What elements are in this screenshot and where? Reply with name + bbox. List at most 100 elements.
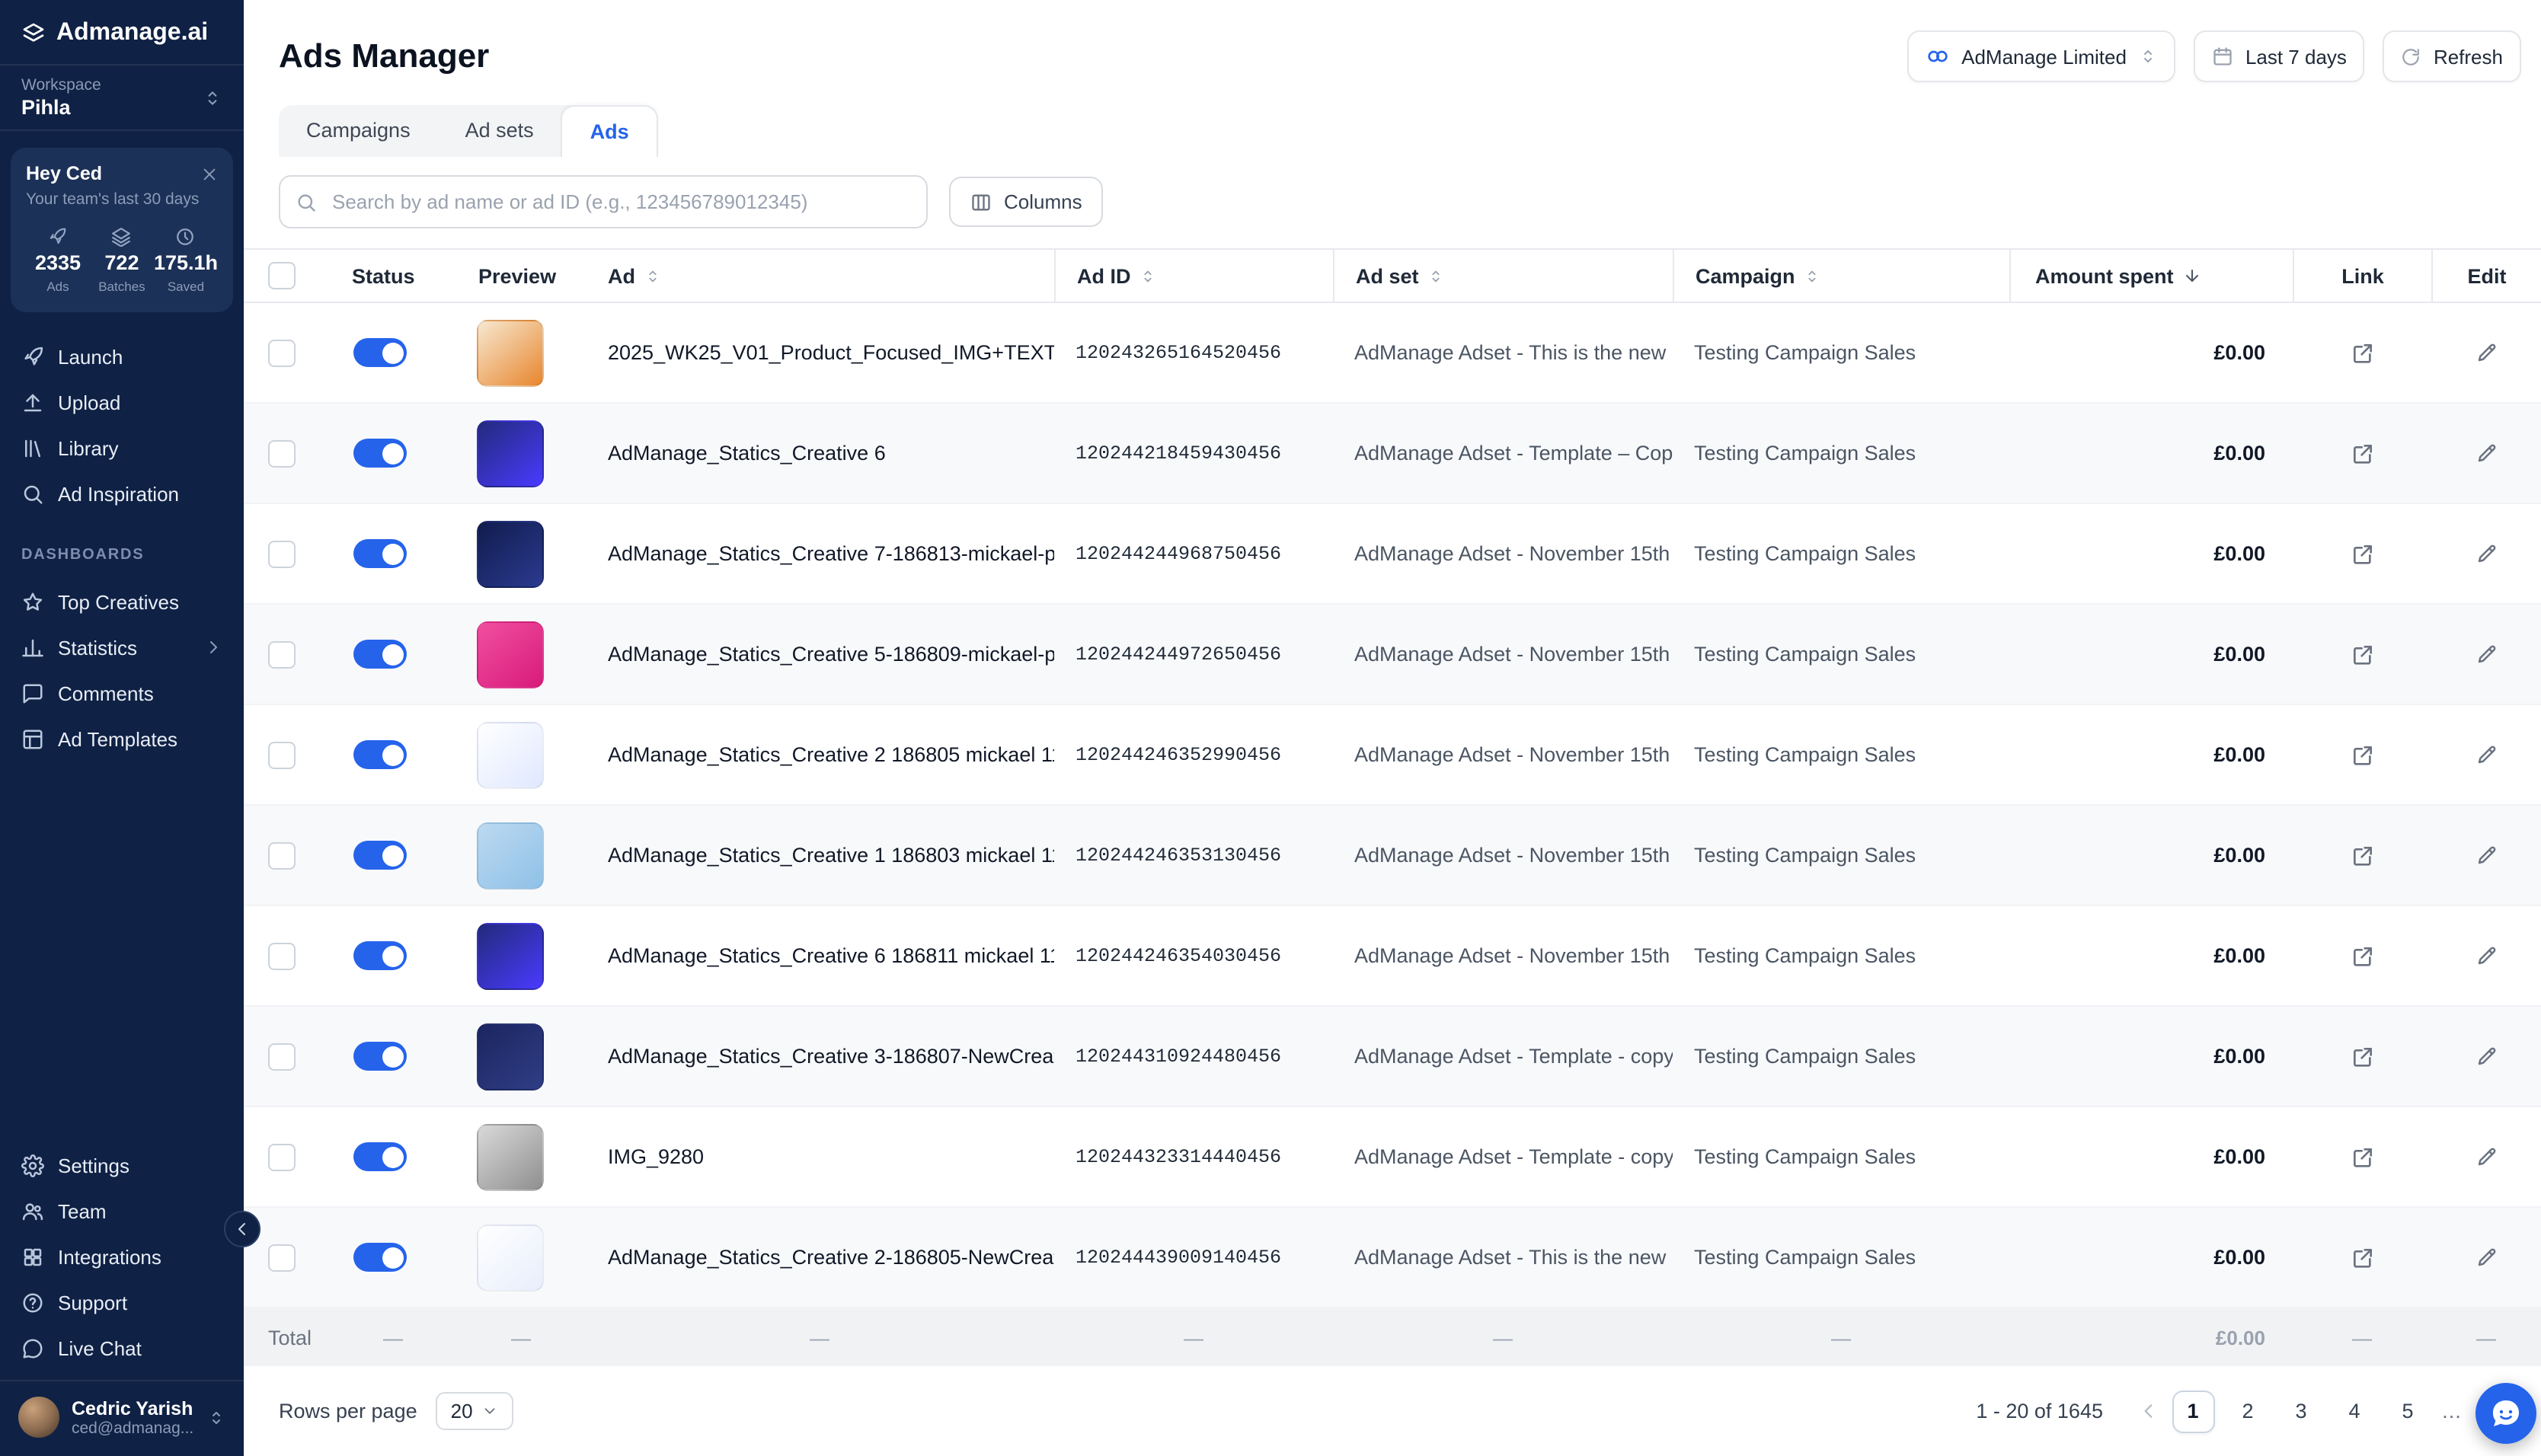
edit-icon[interactable] [2475, 1045, 2498, 1068]
search-input[interactable] [329, 189, 911, 215]
sidebar-item-statistics[interactable]: Statistics [0, 624, 244, 670]
live-chat-fab[interactable] [2475, 1383, 2536, 1444]
close-icon[interactable] [201, 165, 218, 182]
sidebar-item-launch[interactable]: Launch [0, 334, 244, 379]
status-toggle[interactable] [353, 1243, 407, 1272]
sidebar-item-support[interactable]: Support [0, 1279, 244, 1325]
user-menu[interactable]: Cedric Yarish ced@admanag... [0, 1380, 244, 1456]
tab-ad-sets[interactable]: Ad sets [438, 105, 561, 157]
status-toggle[interactable] [353, 841, 407, 870]
columns-button[interactable]: Columns [949, 177, 1104, 227]
external-link-icon[interactable] [2350, 340, 2374, 365]
row-checkbox[interactable] [268, 1143, 296, 1170]
gear-icon [21, 1154, 44, 1177]
preview-thumb[interactable] [477, 621, 544, 688]
external-link-icon[interactable] [2350, 1044, 2374, 1068]
sidebar-collapse-button[interactable] [224, 1211, 260, 1247]
row-checkbox[interactable] [268, 741, 296, 768]
page-button-1[interactable]: 1 [2172, 1390, 2214, 1432]
external-link-icon[interactable] [2350, 541, 2374, 566]
preview-thumb[interactable] [477, 520, 544, 587]
workspace-selector[interactable]: Workspace Pihla [0, 64, 244, 131]
preview-thumb[interactable] [477, 922, 544, 989]
col-ad-set[interactable]: Ad set [1333, 250, 1673, 302]
status-toggle[interactable] [353, 941, 407, 970]
select-all-checkbox[interactable] [268, 262, 296, 289]
preview-thumb[interactable] [477, 1023, 544, 1090]
external-link-icon[interactable] [2350, 742, 2374, 767]
col-ad[interactable]: Ad [585, 250, 1054, 302]
edit-icon[interactable] [2475, 643, 2498, 666]
page-button-5[interactable]: 5 [2388, 1391, 2428, 1431]
page-button-3[interactable]: 3 [2281, 1391, 2321, 1431]
row-checkbox[interactable] [268, 640, 296, 668]
preview-thumb[interactable] [477, 1224, 544, 1291]
sidebar-item-library[interactable]: Library [0, 425, 244, 471]
status-toggle[interactable] [353, 1042, 407, 1071]
external-link-icon[interactable] [2350, 642, 2374, 666]
col-campaign[interactable]: Campaign [1673, 250, 2009, 302]
col-ad-id[interactable]: Ad ID [1054, 250, 1333, 302]
sidebar-item-live-chat[interactable]: Live Chat [0, 1325, 244, 1371]
col-edit: Edit [2431, 250, 2541, 302]
table-row: AdManage_Statics_Creative 6 186811 micka… [244, 906, 2541, 1007]
preview-thumb[interactable] [477, 319, 544, 386]
previous-page-button[interactable] [2138, 1401, 2158, 1421]
preview-thumb[interactable] [477, 822, 544, 889]
edit-icon[interactable] [2475, 743, 2498, 766]
external-link-icon[interactable] [2350, 441, 2374, 465]
preview-thumb[interactable] [477, 721, 544, 788]
row-checkbox[interactable] [268, 942, 296, 969]
status-toggle[interactable] [353, 740, 407, 769]
sidebar-item-ad-templates[interactable]: Ad Templates [0, 716, 244, 762]
row-checkbox[interactable] [268, 540, 296, 567]
row-checkbox[interactable] [268, 841, 296, 869]
status-toggle[interactable] [353, 439, 407, 468]
status-toggle[interactable] [353, 338, 407, 367]
external-link-icon[interactable] [2350, 1245, 2374, 1269]
external-link-icon[interactable] [2350, 843, 2374, 867]
row-checkbox[interactable] [268, 1244, 296, 1271]
row-checkbox[interactable] [268, 339, 296, 366]
refresh-button[interactable]: Refresh [2383, 30, 2521, 82]
app-logo[interactable]: Admanage.ai [0, 0, 244, 64]
edit-icon[interactable] [2475, 944, 2498, 967]
external-link-icon[interactable] [2350, 1145, 2374, 1169]
edit-icon[interactable] [2475, 1145, 2498, 1168]
campaign: Testing Campaign Sales [1673, 705, 2009, 804]
sidebar-item-integrations[interactable]: Integrations [0, 1234, 244, 1279]
preview-thumb[interactable] [477, 1123, 544, 1190]
edit-icon[interactable] [2475, 1246, 2498, 1269]
edit-icon[interactable] [2475, 341, 2498, 364]
table-row: AdManage_Statics_Creative 6 120244218459… [244, 404, 2541, 504]
account-selector[interactable]: AdManage Limited [1907, 30, 2175, 82]
infinity-logo-icon [1925, 44, 1949, 69]
sidebar-item-upload[interactable]: Upload [0, 379, 244, 425]
row-checkbox[interactable] [268, 439, 296, 467]
sidebar-item-settings[interactable]: Settings [0, 1142, 244, 1188]
external-link-icon[interactable] [2350, 944, 2374, 968]
status-toggle[interactable] [353, 1142, 407, 1171]
status-toggle[interactable] [353, 640, 407, 669]
edit-icon[interactable] [2475, 542, 2498, 565]
date-range-picker[interactable]: Last 7 days [2194, 30, 2365, 82]
logo-text: Admanage.ai [56, 20, 208, 47]
ad-id: 120244246352990456 [1054, 705, 1333, 804]
tab-campaigns[interactable]: Campaigns [279, 105, 438, 157]
tab-ads[interactable]: Ads [561, 105, 658, 157]
edit-icon[interactable] [2475, 442, 2498, 465]
col-preview[interactable]: Preview [457, 250, 585, 302]
status-toggle[interactable] [353, 539, 407, 568]
rows-per-page-select[interactable]: 20 [436, 1392, 514, 1430]
sidebar-item-ad-inspiration[interactable]: Ad Inspiration [0, 471, 244, 516]
col-status[interactable]: Status [329, 250, 457, 302]
sidebar-item-team[interactable]: Team [0, 1188, 244, 1234]
sidebar-item-comments[interactable]: Comments [0, 670, 244, 716]
edit-icon[interactable] [2475, 844, 2498, 867]
page-button-4[interactable]: 4 [2335, 1391, 2374, 1431]
sidebar-item-top-creatives[interactable]: Top Creatives [0, 579, 244, 624]
col-amount-spent[interactable]: Amount spent [2009, 250, 2293, 302]
row-checkbox[interactable] [268, 1043, 296, 1070]
preview-thumb[interactable] [477, 420, 544, 487]
page-button-2[interactable]: 2 [2228, 1391, 2268, 1431]
